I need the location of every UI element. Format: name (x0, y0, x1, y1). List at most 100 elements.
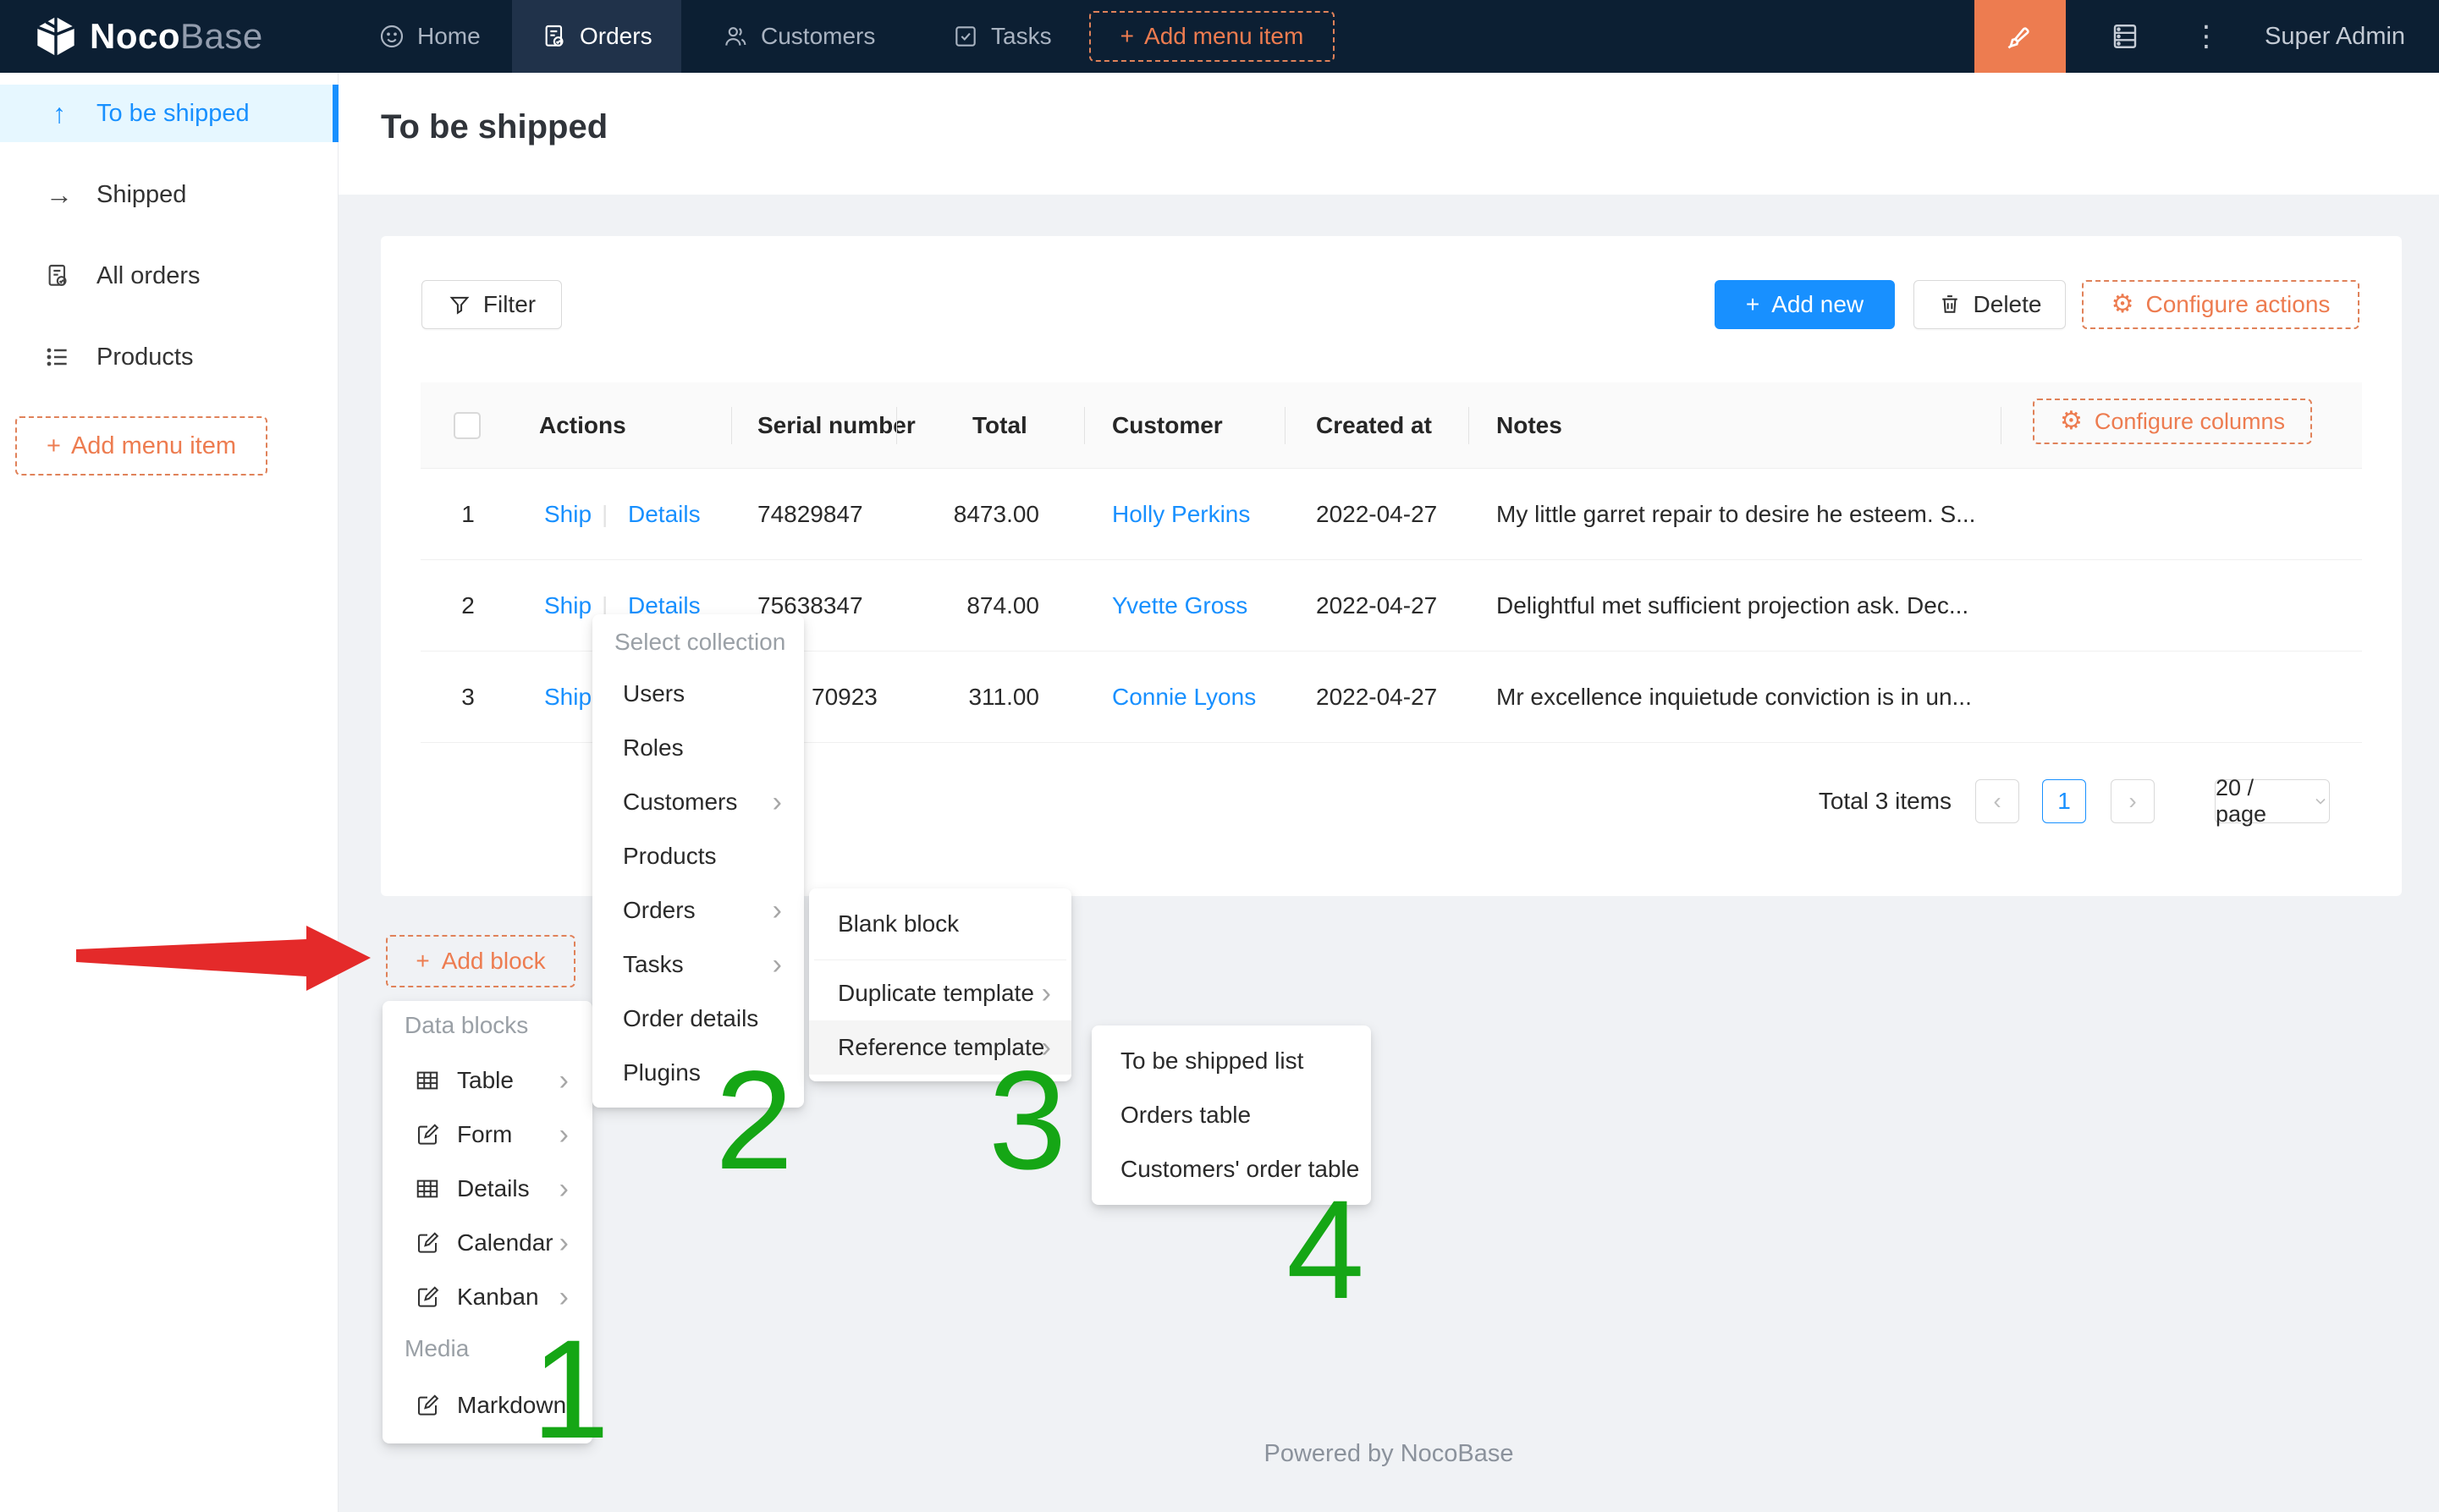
notes-text: Delightful met sufficient projection ask… (1496, 560, 2021, 652)
chevron-right-icon: › (559, 1229, 569, 1257)
total-value: 8473.00 (897, 469, 1039, 560)
ship-link[interactable]: Ship (544, 469, 592, 560)
nav-item-tasks[interactable]: Tasks (952, 0, 1052, 73)
chevron-down-icon (2312, 793, 2329, 810)
menu-item-form[interactable]: Form › (383, 1108, 592, 1162)
user-name: Super Admin (2265, 23, 2405, 51)
menu-item-users[interactable]: Users (592, 667, 804, 721)
total-value: 874.00 (897, 560, 1039, 652)
menu-item-tasks[interactable]: Tasks› (592, 937, 804, 992)
page-size-select[interactable]: 20 / page (2215, 779, 2330, 823)
add-new-label: Add new (1771, 291, 1864, 318)
pagination-next-button[interactable]: › (2111, 779, 2155, 823)
nav-item-label: Orders (580, 23, 652, 50)
tasks-icon (952, 23, 979, 50)
menu-item-roles[interactable]: Roles (592, 721, 804, 775)
nav-item-label: Customers (761, 23, 875, 50)
annotation-number-3: 3 (988, 1051, 1066, 1191)
customer-link[interactable]: Yvette Gross (1112, 560, 1247, 652)
total-value: 311.00 (897, 652, 1039, 743)
customers-icon (722, 23, 749, 50)
highlighter-icon (2004, 20, 2036, 52)
user-menu[interactable]: Super Admin (2265, 0, 2405, 73)
chevron-right-icon: › (773, 950, 782, 979)
form-icon (413, 1122, 442, 1147)
more-icon[interactable]: ⋮ (2182, 0, 2233, 73)
pagination-prev-button[interactable]: ‹ (1975, 779, 2019, 823)
select-all-checkbox[interactable] (454, 382, 481, 469)
chevron-right-icon: › (559, 1066, 569, 1095)
nav-add-menu-item-button[interactable]: + Add menu item (1089, 11, 1335, 62)
annotation-number-1: 1 (531, 1320, 609, 1460)
column-header-notes: Notes (1496, 382, 1562, 469)
plus-icon: + (1746, 291, 1759, 318)
ship-link[interactable]: Ship (544, 652, 592, 743)
menu-item-duplicate-template[interactable]: Duplicate template› (809, 966, 1071, 1020)
menu-item-to-be-shipped-list[interactable]: To be shipped list (1092, 1034, 1371, 1088)
column-header-created: Created at (1316, 382, 1432, 469)
filter-button[interactable]: Filter (421, 280, 562, 329)
row-index: 3 (434, 652, 502, 743)
form-icon (413, 1393, 442, 1418)
table-row: 1 Ship | Details 74829847 8473.00 Holly … (421, 469, 2362, 560)
page-size-value: 20 / page (2216, 775, 2302, 827)
row-index: 2 (434, 560, 502, 652)
serial-number: 74829847 (757, 469, 863, 560)
row-index: 1 (434, 469, 502, 560)
add-block-label: Add block (442, 948, 546, 975)
chevron-right-icon: › (559, 1283, 569, 1311)
menu-item-blank-block[interactable]: Blank block (809, 899, 1071, 949)
column-header-actions: Actions (539, 382, 626, 469)
menu-item-orders-table[interactable]: Orders table (1092, 1088, 1371, 1142)
gear-icon: ⚙ (2060, 409, 2083, 434)
created-at: 2022-04-27 (1316, 560, 1437, 652)
menu-item-orders[interactable]: Orders› (592, 883, 804, 937)
details-link[interactable]: Details (628, 469, 701, 560)
menu-item-details[interactable]: Details › (383, 1162, 592, 1216)
annotation-number-2: 2 (715, 1051, 793, 1191)
created-at: 2022-04-27 (1316, 652, 1437, 743)
nocobase-app: NocoBase Home Orders Customers Tasks + A… (0, 0, 2439, 1512)
menu-item-customers[interactable]: Customers› (592, 775, 804, 829)
configure-columns-button[interactable]: ⚙ Configure columns (2033, 399, 2312, 444)
configure-actions-button[interactable]: ⚙ Configure actions (2082, 280, 2359, 329)
page-header (339, 73, 2439, 195)
nav-item-customers[interactable]: Customers (722, 0, 875, 73)
powered-by-footer: Powered by NocoBase (339, 1440, 2439, 1468)
column-header-total: Total (972, 382, 1027, 469)
customer-link[interactable]: Connie Lyons (1112, 652, 1256, 743)
configure-actions-label: Configure actions (2146, 291, 2331, 318)
nav-item-label: Tasks (991, 23, 1052, 50)
notes-text: Mr excellence inquietude conviction is i… (1496, 652, 2021, 743)
filter-label: Filter (483, 291, 536, 318)
menu-item-products[interactable]: Products (592, 829, 804, 883)
menu-item-calendar[interactable]: Calendar › (383, 1216, 592, 1270)
ui-editor-button[interactable] (1974, 0, 2066, 73)
chevron-right-icon: › (559, 1174, 569, 1203)
notes-text: My little garret repair to desire he est… (1496, 469, 2021, 560)
form-icon (413, 1230, 442, 1256)
chevron-right-icon: › (559, 1120, 569, 1149)
column-header-serial: Serial number (757, 382, 916, 469)
ship-link[interactable]: Ship (544, 560, 592, 652)
filter-icon (448, 293, 471, 316)
delete-button[interactable]: Delete (1913, 280, 2066, 329)
form-icon (413, 1284, 442, 1310)
delete-label: Delete (1974, 291, 2042, 318)
nav-add-menu-item-label: Add menu item (1144, 23, 1303, 50)
collections-icon[interactable] (2087, 0, 2163, 73)
column-header-customer: Customer (1112, 382, 1223, 469)
menu-item-order-details[interactable]: Order details (592, 992, 804, 1046)
nav-item-orders[interactable]: Orders (512, 0, 681, 73)
menu-divider (814, 959, 1066, 960)
pagination-page-1[interactable]: 1 (2042, 779, 2086, 823)
orders-icon (541, 23, 568, 50)
red-arrow-annotation (0, 0, 440, 1100)
chevron-right-icon: › (773, 788, 782, 816)
created-at: 2022-04-27 (1316, 469, 1437, 560)
table-icon (413, 1176, 442, 1201)
gear-icon: ⚙ (2111, 292, 2134, 317)
customer-link[interactable]: Holly Perkins (1112, 469, 1250, 560)
add-new-button[interactable]: + Add new (1715, 280, 1895, 329)
chevron-right-icon: › (1042, 979, 1051, 1008)
